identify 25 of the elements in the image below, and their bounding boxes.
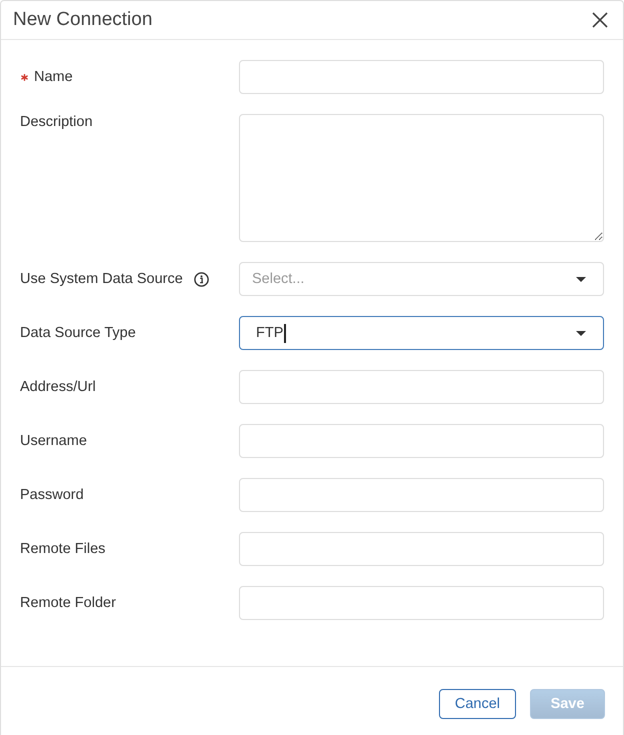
secondary-button[interactable]: Cancel (438, 689, 516, 719)
field-label: Name (34, 68, 73, 86)
caret-down-icon (576, 276, 586, 282)
field-label: Data Source Type (20, 324, 136, 342)
field-label: Remote Files (20, 540, 106, 558)
close-icon (592, 12, 608, 28)
dropdown-field[interactable]: Select... (239, 262, 604, 296)
input-field[interactable] (239, 586, 604, 620)
dropdown-field[interactable]: FTP (239, 316, 604, 350)
input-field[interactable] (239, 478, 604, 512)
input-field[interactable] (239, 60, 604, 94)
text-cursor-icon (284, 324, 286, 342)
input-field[interactable] (239, 370, 604, 404)
field-label: Description (20, 114, 93, 131)
dialog-title: New Connection (13, 9, 152, 31)
input-field[interactable] (239, 532, 604, 566)
caret-down-icon (576, 330, 586, 336)
input-field[interactable] (239, 424, 604, 458)
field-label: Username (20, 432, 87, 450)
field-label: Use System Data Source (20, 270, 183, 288)
textarea-field[interactable] (239, 114, 604, 242)
field-label: Password (20, 486, 84, 504)
info-icon[interactable] (194, 272, 209, 286)
field-label: Remote Folder (20, 594, 116, 612)
field-label: Address/Url (20, 378, 96, 396)
